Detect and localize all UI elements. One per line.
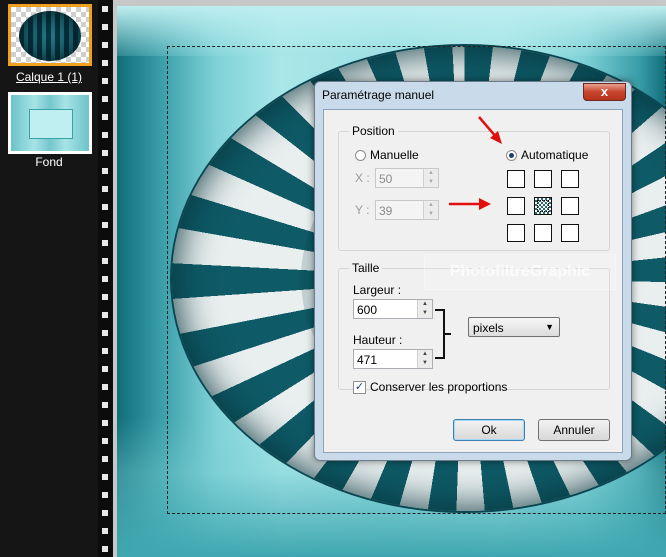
y-label: Y :: [355, 203, 370, 217]
anchor-top-right[interactable]: [561, 170, 579, 188]
manual-radio-label[interactable]: Manuelle: [370, 148, 419, 162]
width-value: 600: [357, 303, 378, 317]
auto-radio-label[interactable]: Automatique: [521, 148, 588, 162]
link-bracket-icon: [435, 309, 451, 359]
dialog-title: Paramétrage manuel: [322, 88, 435, 102]
y-down-arrow-icon[interactable]: ▼: [424, 210, 438, 219]
watermark: PhotofiltreGraphic: [424, 254, 616, 290]
sphere-thumbnail-image: [19, 11, 81, 61]
anchor-top-left[interactable]: [507, 170, 525, 188]
anchor-top-center[interactable]: [534, 170, 552, 188]
height-down-arrow-icon[interactable]: ▼: [418, 359, 432, 368]
x-value: 50: [379, 172, 393, 186]
auto-radio[interactable]: [506, 150, 517, 161]
anchor-center[interactable]: [534, 197, 552, 215]
keep-ratio-checkbox[interactable]: ✓: [353, 381, 366, 394]
width-label: Largeur :: [353, 283, 402, 297]
position-group-title: Position: [349, 124, 398, 138]
unit-select[interactable]: pixels ▼: [468, 317, 560, 337]
position-group: Position Manuelle Automatique X : 50 ▲ ▼ …: [338, 124, 610, 251]
anchor-bottom-center[interactable]: [534, 224, 552, 242]
anchor-bottom-right[interactable]: [561, 224, 579, 242]
filmstrip-border: [98, 0, 112, 557]
close-button[interactable]: x: [583, 83, 626, 101]
layer-label-calque-1[interactable]: Calque 1 (1): [0, 70, 98, 84]
x-spinbox[interactable]: 50 ▲ ▼: [375, 168, 439, 188]
unit-select-value: pixels: [473, 321, 504, 335]
close-icon: x: [600, 84, 609, 99]
layer-thumbnail-calque-1[interactable]: [8, 4, 92, 66]
keep-ratio-label[interactable]: Conserver les proportions: [370, 380, 507, 394]
anchor-middle-right[interactable]: [561, 197, 579, 215]
cancel-button[interactable]: Annuler: [538, 419, 610, 441]
y-spinbox[interactable]: 39 ▲ ▼: [375, 200, 439, 220]
background-thumbnail-image: [29, 109, 73, 139]
layers-panel: Calque 1 (1) Fond: [0, 0, 98, 557]
height-value: 471: [357, 353, 378, 367]
ok-button[interactable]: Ok: [453, 419, 525, 441]
dialog-titlebar[interactable]: Paramétrage manuel x: [315, 82, 631, 108]
height-label: Hauteur :: [353, 333, 403, 347]
chevron-down-icon: ▼: [545, 322, 554, 332]
anchor-bottom-left[interactable]: [507, 224, 525, 242]
layer-label-fond[interactable]: Fond: [0, 155, 98, 169]
anchor-middle-left[interactable]: [507, 197, 525, 215]
x-down-arrow-icon[interactable]: ▼: [424, 178, 438, 187]
layer-thumbnail-fond[interactable]: [8, 92, 92, 154]
size-group-title: Taille: [349, 261, 383, 275]
manual-radio[interactable]: [355, 150, 366, 161]
height-spinbox[interactable]: 471 ▲ ▼: [353, 349, 433, 369]
x-label: X :: [355, 171, 370, 185]
width-spinbox[interactable]: 600 ▲ ▼: [353, 299, 433, 319]
width-down-arrow-icon[interactable]: ▼: [418, 309, 432, 318]
y-value: 39: [379, 204, 393, 218]
